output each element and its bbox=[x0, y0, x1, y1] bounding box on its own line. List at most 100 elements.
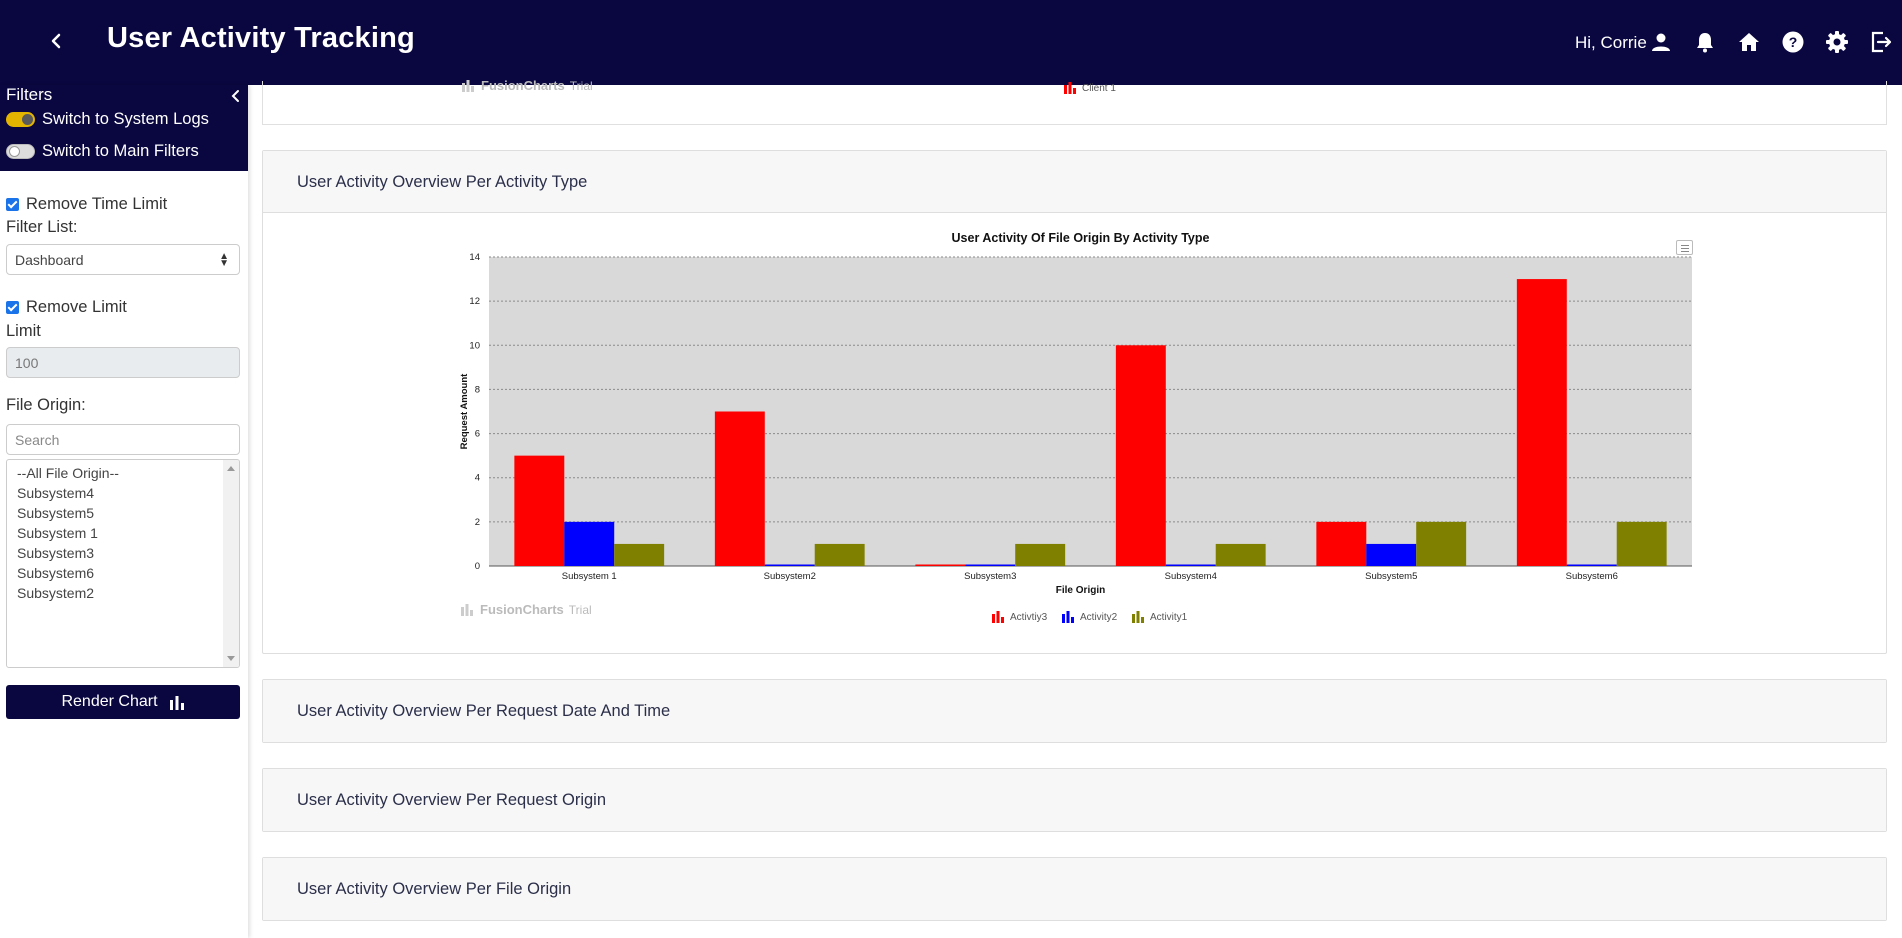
sidebar-header: Filters Switch to System Logs Switch to … bbox=[0, 85, 248, 171]
card-header[interactable]: User Activity Overview Per File Origin bbox=[263, 858, 1886, 920]
legend-item[interactable]: Activity1 bbox=[1132, 611, 1187, 623]
x-tick-label: Subsystem4 bbox=[1165, 571, 1217, 582]
bar bbox=[1215, 543, 1266, 566]
checkbox-label: Remove Time Limit bbox=[26, 195, 168, 213]
filters-title: Filters bbox=[6, 85, 53, 104]
y-tick-label: 12 bbox=[469, 296, 480, 307]
legend-item[interactable]: Activity2 bbox=[1062, 611, 1117, 623]
file-origin-option[interactable]: Subsystem3 bbox=[7, 543, 239, 563]
svg-text:?: ? bbox=[1789, 34, 1798, 50]
legend-bar-icon bbox=[1132, 611, 1144, 623]
bar-chart-icon bbox=[169, 695, 184, 710]
y-tick-label: 10 bbox=[469, 340, 480, 351]
bar bbox=[814, 543, 865, 566]
bell-icon[interactable] bbox=[1693, 30, 1717, 54]
bar bbox=[1366, 543, 1417, 566]
bar bbox=[714, 411, 765, 566]
legend-bar-icon bbox=[1062, 611, 1074, 623]
bar bbox=[1416, 521, 1467, 566]
bar bbox=[1165, 564, 1216, 566]
app-header: User Activity Tracking Hi, Corrie ? bbox=[0, 0, 1902, 85]
legend-label: Activtiy3 bbox=[1010, 611, 1048, 623]
main-filters-toggle[interactable]: Switch to Main Filters bbox=[6, 141, 199, 161]
select-value: Dashboard bbox=[15, 252, 84, 268]
bar bbox=[1516, 279, 1567, 566]
filter-sidebar: Filters Switch to System Logs Switch to … bbox=[0, 85, 248, 938]
listbox-scrollbar[interactable] bbox=[223, 460, 239, 667]
user-icon[interactable] bbox=[1649, 30, 1673, 54]
user-greeting: Hi, Corrie bbox=[1575, 33, 1647, 52]
bar bbox=[1115, 345, 1166, 566]
y-tick-label: 6 bbox=[475, 429, 480, 440]
fusioncharts-watermark: FusionCharts Trial bbox=[460, 602, 592, 617]
chart-container: 0 2 4 6 8 10 12 14 Subsystem 1 Subsystem2 Subsyste… bbox=[263, 213, 1886, 653]
file-origin-option[interactable]: Subsystem2 bbox=[7, 583, 239, 603]
legend-item-client-1[interactable]: Client 1 bbox=[1064, 82, 1116, 94]
legend-bar-icon bbox=[1064, 82, 1076, 94]
render-chart-label: Render Chart bbox=[61, 693, 158, 710]
chart-menu-button[interactable] bbox=[1676, 240, 1693, 255]
file-origin-option[interactable]: Subsystem6 bbox=[7, 563, 239, 583]
render-chart-button[interactable]: Render Chart bbox=[6, 685, 240, 719]
home-icon[interactable] bbox=[1737, 30, 1761, 54]
help-icon[interactable]: ? bbox=[1781, 30, 1805, 54]
file-origin-search-input[interactable]: Search bbox=[6, 424, 240, 455]
remove-limit-checkbox[interactable]: Remove Limit bbox=[6, 298, 127, 317]
x-tick-label: Subsystem5 bbox=[1365, 571, 1417, 582]
limit-label: Limit bbox=[6, 322, 41, 340]
x-tick-label: Subsystem6 bbox=[1566, 571, 1618, 582]
gear-icon[interactable] bbox=[1825, 30, 1849, 54]
file-origin-option[interactable]: Subsystem4 bbox=[7, 483, 239, 503]
file-origin-option[interactable]: Subsystem5 bbox=[7, 503, 239, 523]
toggle-label: Switch to Main Filters bbox=[42, 141, 199, 160]
fusioncharts-logo-icon bbox=[461, 603, 473, 616]
bar bbox=[1566, 564, 1617, 566]
fusioncharts-watermark: FusionCharts Trial bbox=[461, 78, 593, 93]
chevron-left-icon[interactable] bbox=[229, 89, 243, 103]
legend-bar-icon bbox=[992, 611, 1004, 623]
checkbox-checked[interactable] bbox=[6, 198, 19, 211]
y-tick-label: 8 bbox=[475, 384, 480, 395]
checkbox-checked[interactable] bbox=[6, 301, 19, 314]
bar bbox=[564, 521, 615, 566]
file-origin-listbox[interactable]: --All File Origin-- Subsystem4 Subsystem5 S… bbox=[6, 459, 240, 668]
plot-background bbox=[489, 257, 1692, 566]
y-tick-label: 0 bbox=[475, 561, 480, 572]
bar bbox=[915, 564, 966, 566]
bar bbox=[614, 543, 665, 566]
remove-time-limit-checkbox[interactable]: Remove Time Limit bbox=[6, 195, 167, 214]
card-header[interactable]: User Activity Overview Per Request Date … bbox=[263, 680, 1886, 742]
y-tick-label: 2 bbox=[475, 517, 480, 528]
bar bbox=[965, 564, 1016, 566]
file-origin-option[interactable]: --All File Origin-- bbox=[7, 463, 239, 483]
fusioncharts-logo-icon bbox=[462, 79, 474, 92]
card-header[interactable]: User Activity Overview Per Request Origi… bbox=[263, 769, 1886, 831]
x-axis-title: File Origin bbox=[1056, 585, 1105, 596]
file-origin-option[interactable]: Subsystem 1 bbox=[7, 523, 239, 543]
system-logs-toggle[interactable]: Switch to System Logs bbox=[6, 109, 209, 129]
toggle-switch[interactable] bbox=[6, 143, 35, 159]
toggle-label: Switch to System Logs bbox=[42, 109, 209, 128]
select-caret-icon: ▲ ▼ bbox=[219, 251, 229, 269]
file-origin-label: File Origin: bbox=[6, 396, 86, 414]
card-header[interactable]: User Activity Overview Per Activity Type bbox=[263, 151, 1886, 213]
limit-input[interactable]: 100 bbox=[6, 347, 240, 378]
file-origin-options: --All File Origin-- Subsystem4 Subsystem5 S… bbox=[7, 460, 239, 603]
main-content: FusionCharts Trial Client 1 User Activit… bbox=[262, 78, 1887, 938]
y-tick-label: 14 bbox=[469, 252, 480, 263]
filter-list-select[interactable]: Dashboard ▲ ▼ bbox=[6, 244, 240, 275]
activity-bar-chart: 0 2 4 6 8 10 12 14 Subsystem 1 Subsystem2 Subsyste… bbox=[459, 231, 1692, 596]
toggle-switch[interactable] bbox=[6, 111, 35, 127]
y-axis-title: Request Amount bbox=[459, 373, 470, 449]
activity-type-card: User Activity Overview Per Activity Type… bbox=[262, 150, 1887, 654]
legend-label: Activity2 bbox=[1080, 611, 1118, 623]
logout-icon[interactable] bbox=[1869, 30, 1893, 54]
legend-item[interactable]: Activtiy3 bbox=[992, 611, 1047, 623]
chart-title: User Activity Of File Origin By Activity… bbox=[952, 231, 1210, 245]
bar bbox=[1015, 543, 1066, 566]
bar bbox=[764, 564, 815, 566]
request-date-time-card: User Activity Overview Per Request Date … bbox=[262, 679, 1887, 743]
previous-chart-panel: FusionCharts Trial Client 1 bbox=[262, 78, 1887, 125]
back-icon[interactable] bbox=[44, 28, 70, 54]
y-tick-label: 4 bbox=[475, 473, 480, 484]
